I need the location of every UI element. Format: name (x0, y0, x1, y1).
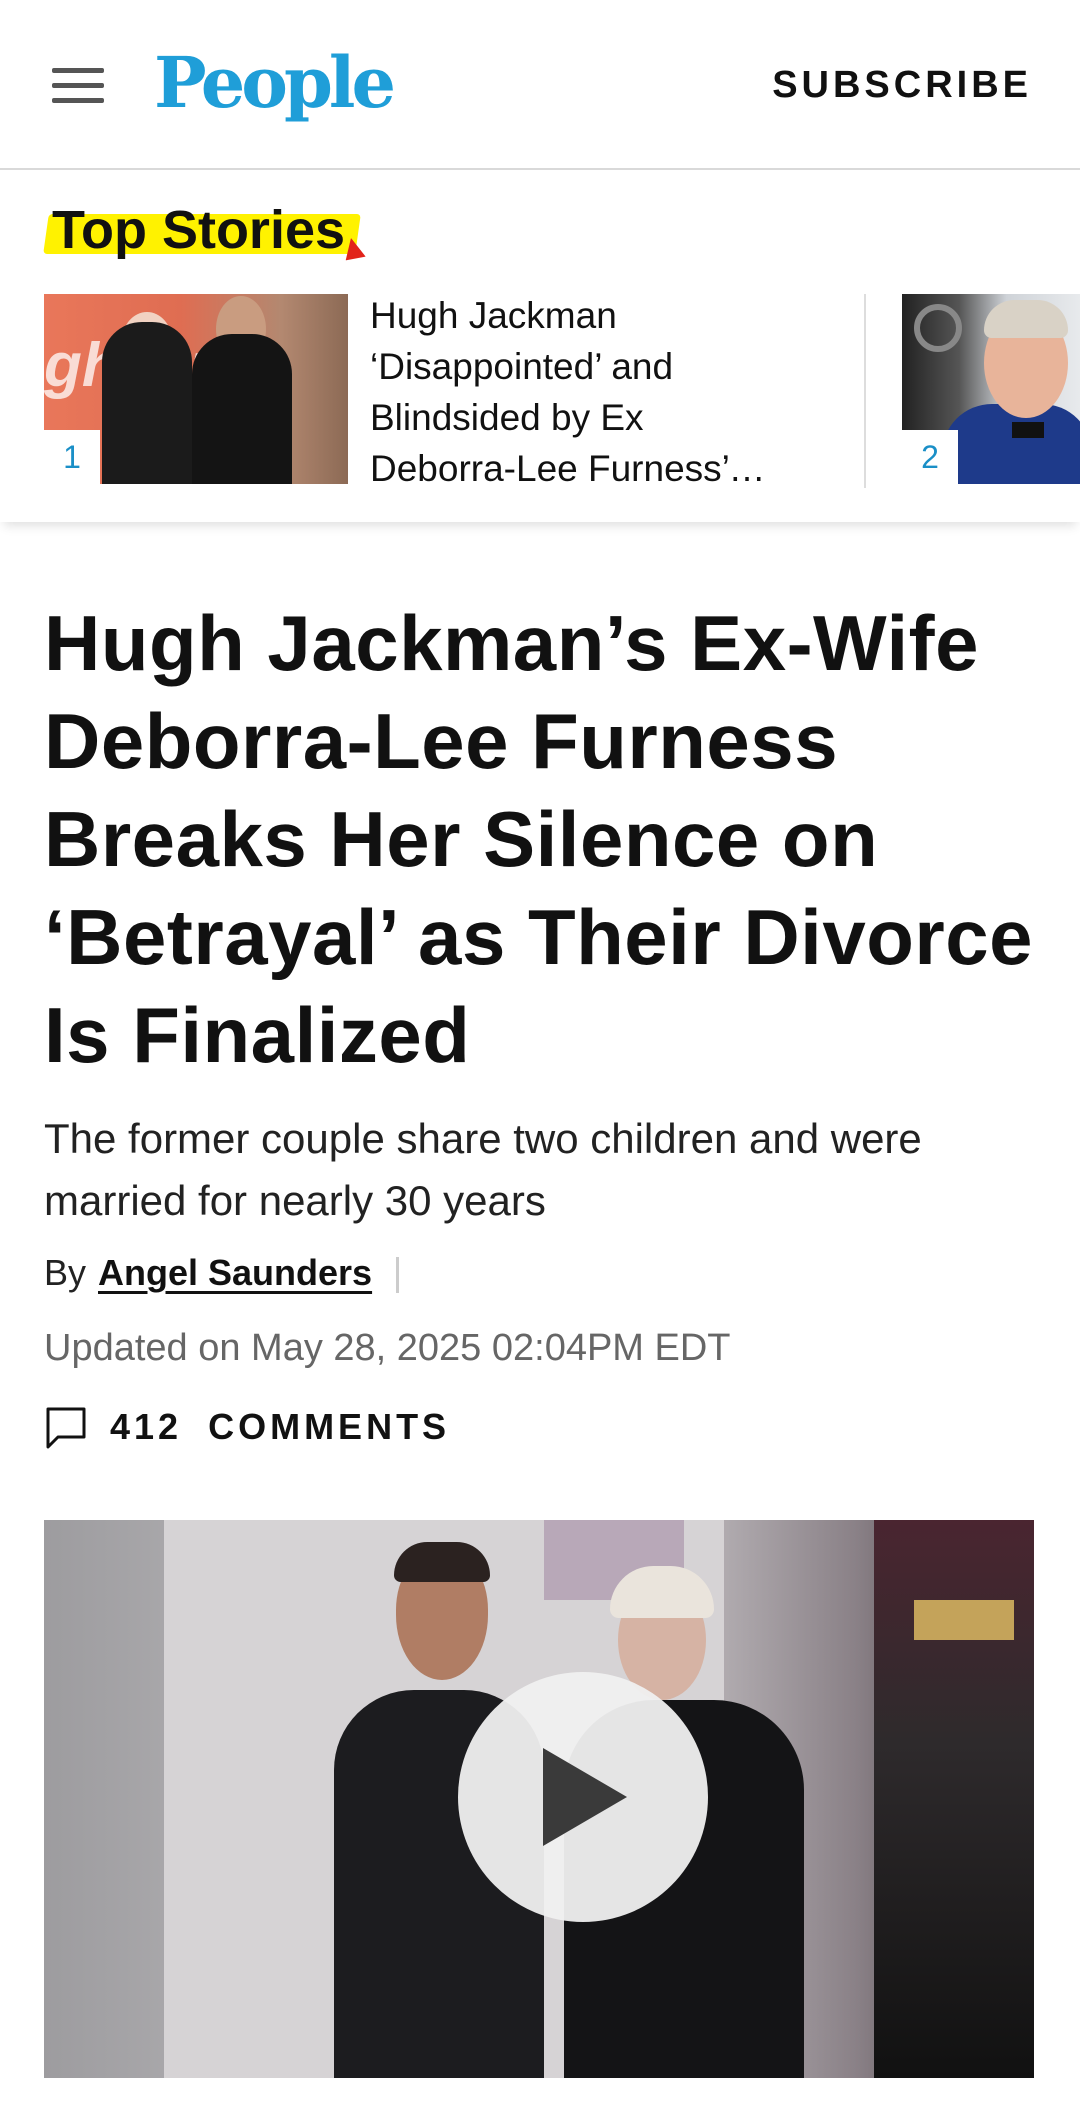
top-stories-heading: Top Stories (52, 200, 346, 260)
article-dek: The former couple share two children and… (44, 1115, 922, 1224)
people-logo[interactable]: People (154, 38, 396, 128)
comments-button[interactable]: 412 COMMENTS (44, 1400, 450, 1454)
byline-divider (396, 1257, 400, 1294)
subscribe-button[interactable]: SUBSCRIBE (772, 60, 1032, 110)
hamburger-menu-icon[interactable] (52, 68, 104, 104)
video-player[interactable] (44, 1520, 1034, 2078)
site-header: People SUBSCRIBE (0, 0, 1080, 170)
play-icon (543, 1748, 627, 1846)
story-thumbnail: 2 (902, 294, 1080, 484)
top-story-item[interactable]: 2 (902, 294, 1080, 488)
story-thumbnail: ghoste 1 (44, 294, 348, 484)
play-button[interactable] (458, 1672, 708, 1922)
updated-timestamp: Updated on May 28, 2025 02:04PM EDT (44, 1327, 731, 1369)
author-link[interactable]: Angel Saunders (98, 1252, 372, 1293)
article-headline: Hugh Jackman’s Ex-Wife Deborra-Lee Furne… (44, 599, 1033, 1079)
comment-bubble-icon (46, 1407, 86, 1449)
story-rank-badge: 2 (902, 430, 958, 484)
byline: By Angel Saunders (44, 1248, 400, 1298)
comments-count: 412 (110, 1406, 183, 1447)
byline-prefix: By (44, 1252, 87, 1293)
story-rank-badge: 1 (44, 430, 100, 484)
top-stories-carousel: Top Stories ghoste 1 Hugh Jackman ‘Disap… (0, 170, 1080, 522)
top-stories-heading-wrap: Top Stories (43, 200, 346, 260)
comments-label: COMMENTS (208, 1406, 451, 1447)
story-title[interactable]: Hugh Jackman ‘Disappointed’ and Blindsid… (370, 290, 790, 494)
top-story-item[interactable]: ghoste 1 Hugh Jackman ‘Disappointed’ and… (44, 294, 866, 489)
